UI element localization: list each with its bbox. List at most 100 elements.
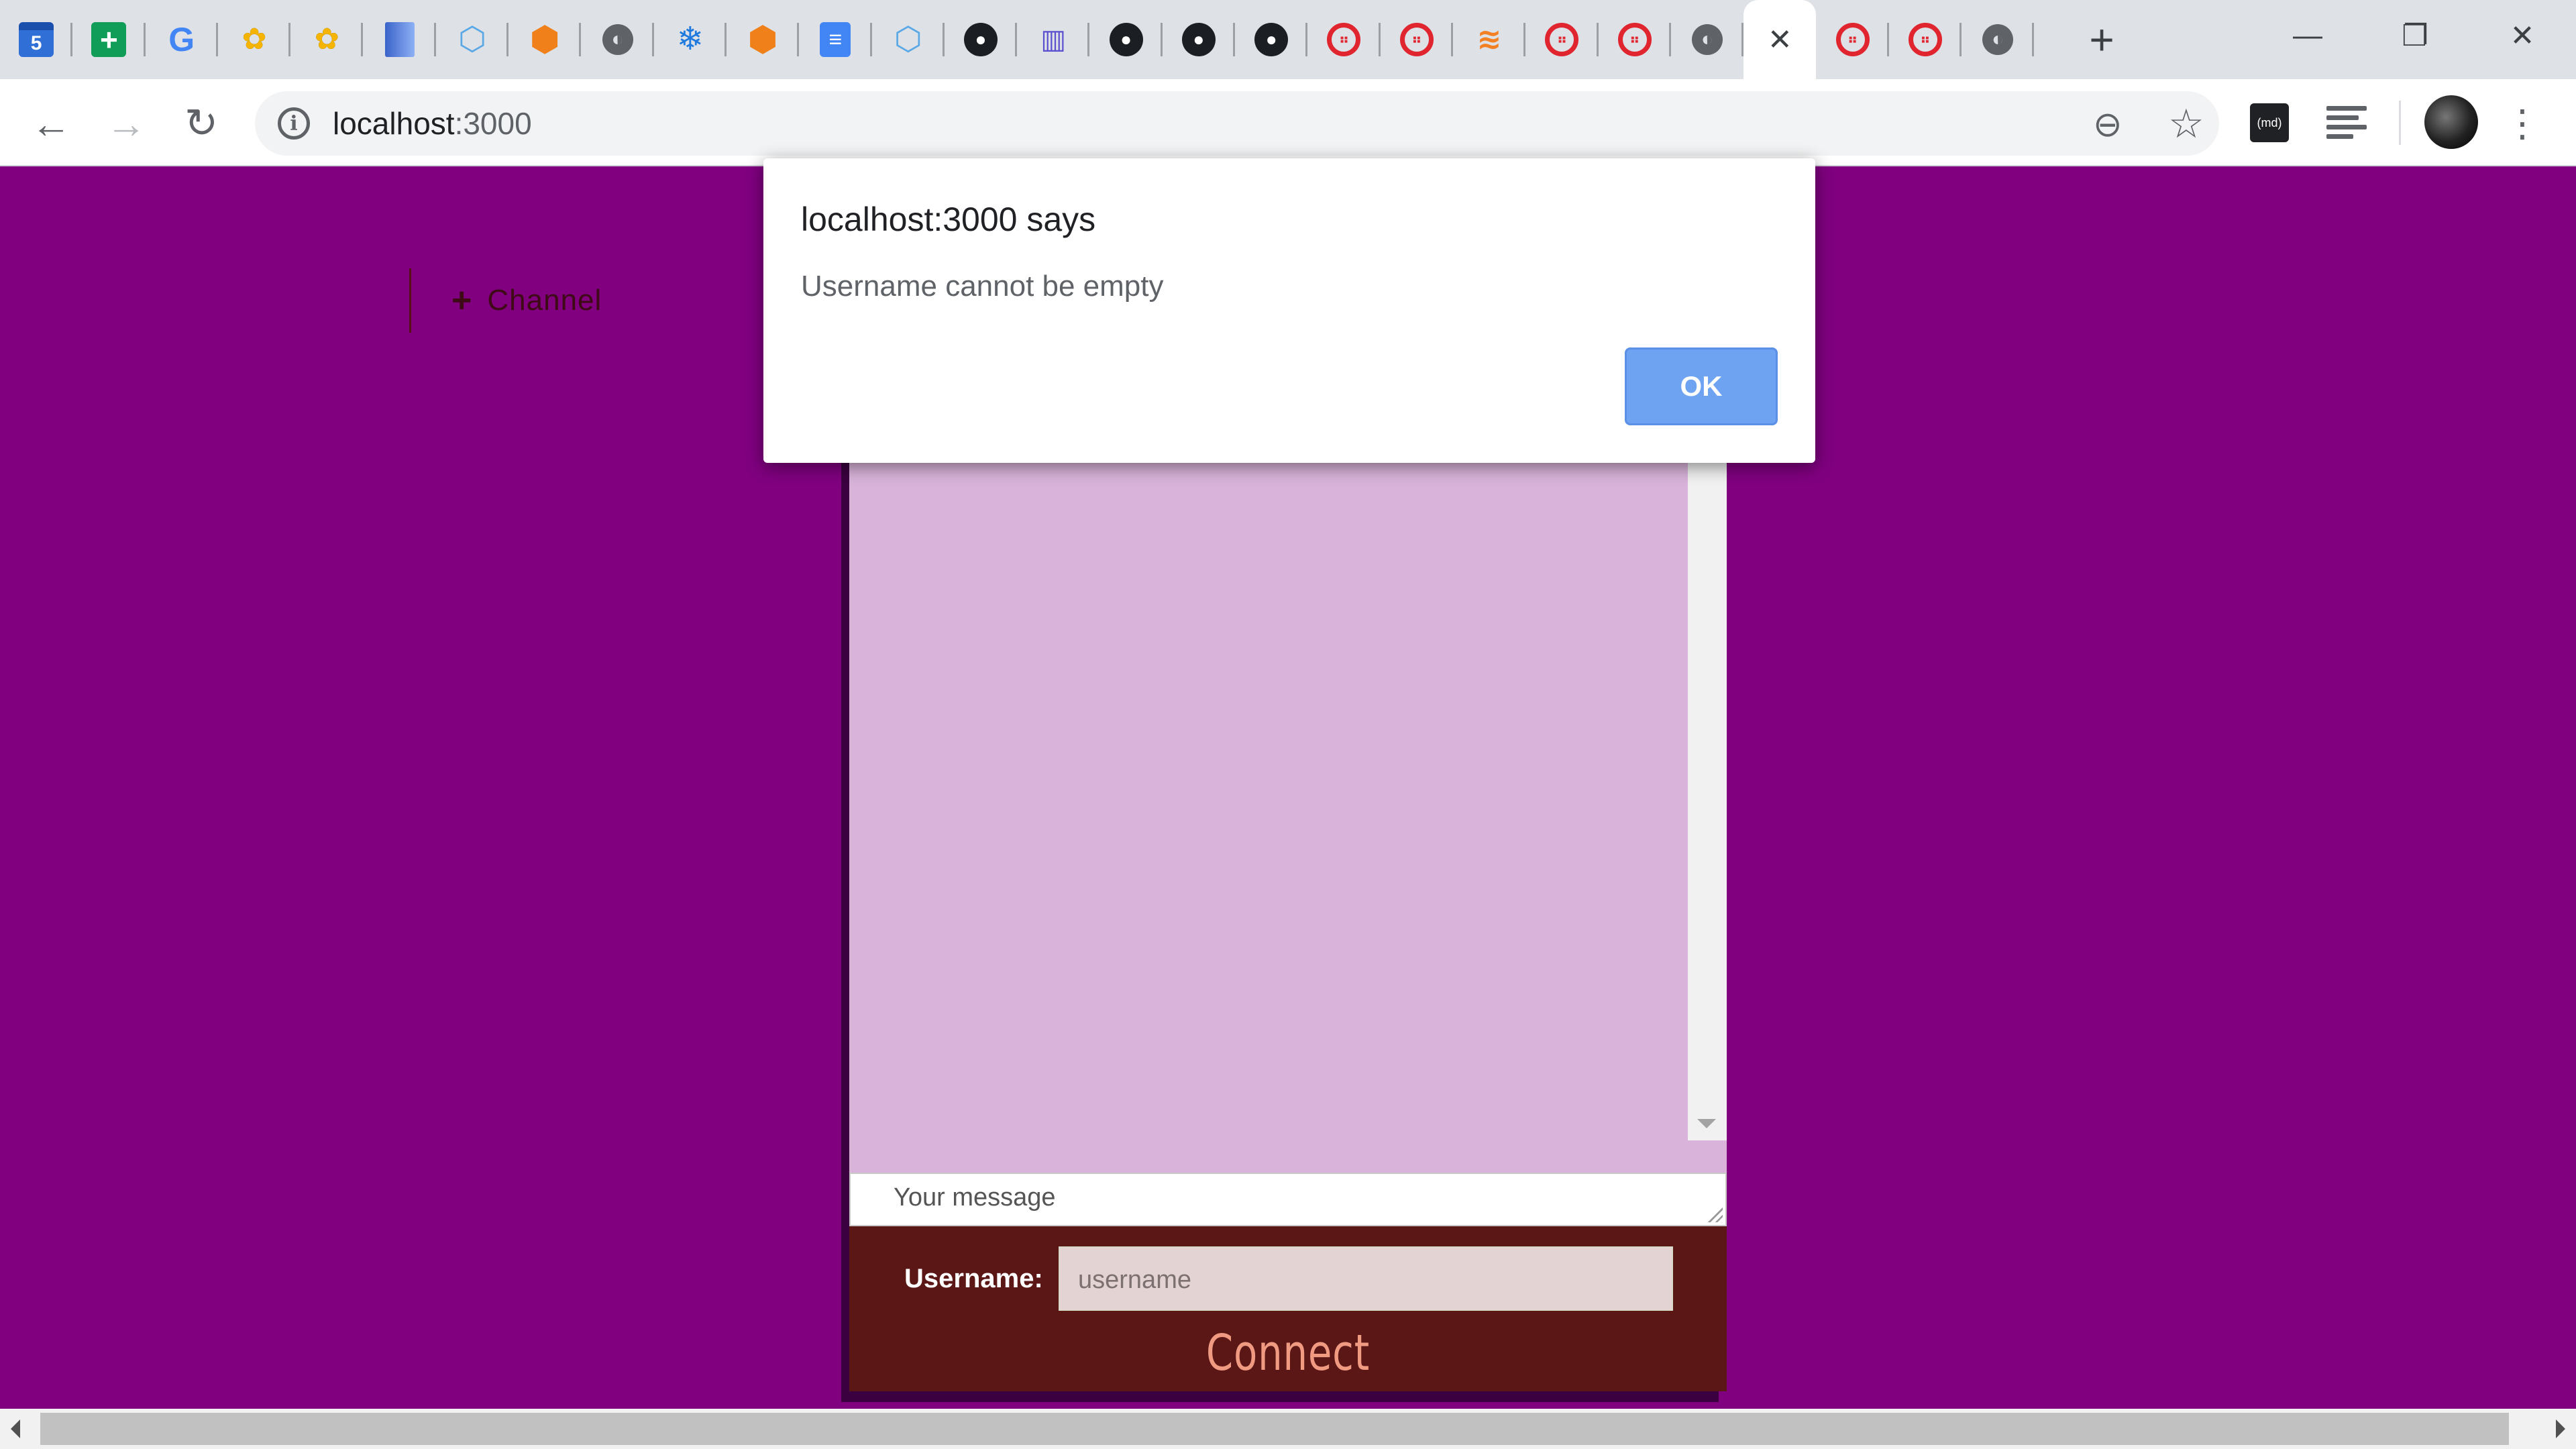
menu-glyph: ⋮ [2504, 102, 2541, 144]
horizontal-scrollbar[interactable] [0, 1409, 2576, 1449]
twilio-icon: ⠶ [1399, 23, 1434, 56]
scrollbar-thumb[interactable] [40, 1413, 2509, 1445]
tab[interactable]: ⠶ [1307, 0, 1381, 79]
tab[interactable]: ⬢ [508, 0, 582, 79]
tab-list: 5 + G ✿ ✿ ⬡ ⬢ ◐ ❄ ⬢ ≡ ⬡ ● ▥ ● ● ● ⠶ ⠶ ≋ ⠶ ⠶ ◐ ✕ ⠶ ⠶ ◐ [0, 0, 2035, 79]
tab[interactable]: ≋ [1453, 0, 1526, 79]
tab[interactable]: ⠶ [1525, 0, 1599, 79]
twilio-icon: ⠶ [1617, 23, 1652, 56]
profile-avatar[interactable] [2424, 95, 2478, 149]
tab[interactable]: ● [945, 0, 1018, 79]
bookmark-star-icon[interactable]: ☆ [2168, 101, 2204, 148]
kebab-menu-icon[interactable]: ⋮ [2502, 97, 2542, 150]
back-button[interactable]: ← [25, 98, 76, 149]
tab[interactable]: ✿ [218, 0, 291, 79]
url-port: :3000 [454, 106, 532, 141]
tab[interactable]: G [146, 0, 219, 79]
tab[interactable]: ⠶ [1599, 0, 1672, 79]
close-icon[interactable]: ✕ [1768, 23, 1792, 57]
restore-button[interactable]: ❐ [2388, 12, 2442, 59]
bar-chart-icon: ▥ [1040, 25, 1067, 54]
username-input[interactable]: username [1059, 1246, 1673, 1311]
minimize-icon: — [2293, 19, 2322, 52]
alert-dialog: localhost:3000 says Username cannot be e… [763, 158, 1815, 463]
tab[interactable]: ▥ [1017, 0, 1090, 79]
tab[interactable]: ● [1089, 0, 1163, 79]
github-icon: ● [1181, 23, 1216, 56]
plus-icon: + [2089, 15, 2114, 64]
ok-button[interactable]: OK [1625, 347, 1778, 425]
minimize-button[interactable]: — [2281, 12, 2334, 59]
tab[interactable]: ≡ [799, 0, 872, 79]
reader-extension-icon[interactable] [2326, 106, 2367, 140]
twilio-icon: ⠶ [1835, 23, 1870, 56]
scroll-down-arrow-icon[interactable] [1697, 1119, 1716, 1128]
tab[interactable]: ● [1235, 0, 1308, 79]
tab[interactable]: ⬢ [727, 0, 800, 79]
reload-button[interactable]: ↻ [176, 98, 227, 149]
stackoverflow-icon: ≋ [1477, 23, 1502, 56]
message-placeholder: Your message [894, 1183, 1056, 1212]
twilio-icon: ⠶ [1545, 23, 1579, 56]
connect-button[interactable]: Connect [946, 1324, 1630, 1382]
tab[interactable]: ⬡ [436, 0, 509, 79]
tab[interactable]: ⠶ [1816, 0, 1890, 79]
tab[interactable]: ● [1163, 0, 1236, 79]
tab[interactable]: ⠶ [1381, 0, 1454, 79]
google-icon: G [168, 21, 195, 58]
twilio-icon: ⠶ [1327, 23, 1361, 56]
window-close-button[interactable]: ✕ [2496, 12, 2549, 59]
github-icon: ● [1254, 23, 1289, 56]
tab[interactable]: ⬡ [872, 0, 945, 79]
address-bar[interactable]: i localhost:3000 ⊖ ☆ [255, 91, 2219, 156]
message-input[interactable]: Your message [849, 1173, 1727, 1226]
url-text[interactable]: localhost:3000 [333, 106, 532, 141]
info-glyph: i [290, 111, 298, 136]
twilio-icon: ⠶ [1908, 23, 1942, 56]
bee-icon: ✿ [314, 23, 339, 56]
add-channel-link[interactable]: + Channel [409, 268, 602, 333]
cube-outline-icon: ⬡ [458, 21, 486, 57]
tab-active[interactable]: ✕ [1743, 0, 1817, 79]
resize-handle-icon[interactable] [1708, 1208, 1723, 1222]
markdown-extension-icon[interactable]: (md) [2250, 103, 2289, 142]
bee-icon: ✿ [241, 23, 267, 56]
tab[interactable]: 5 [0, 0, 73, 79]
cube-outline-icon: ⬡ [894, 21, 922, 57]
reload-icon: ↻ [184, 101, 219, 146]
google-calendar-icon: 5 [19, 22, 54, 57]
scroll-right-arrow-icon[interactable] [2556, 1419, 2565, 1438]
tab-strip: 5 + G ✿ ✿ ⬡ ⬢ ◐ ❄ ⬢ ≡ ⬡ ● ▥ ● ● ● ⠶ ⠶ ≋ ⠶ ⠶ ◐ ✕ ⠶ ⠶ ◐ + — ❐ ✕ [0, 0, 2576, 79]
scroll-left-arrow-icon[interactable] [11, 1419, 20, 1438]
zoom-out-icon[interactable]: ⊖ [2093, 105, 2123, 145]
github-icon: ● [1109, 23, 1143, 56]
tab[interactable]: + [72, 0, 146, 79]
orange-cube-icon: ⬢ [747, 20, 778, 59]
site-info-icon[interactable]: i [278, 107, 310, 140]
globe-icon: ◐ [602, 24, 633, 55]
tab[interactable]: ⠶ [1889, 0, 1962, 79]
close-icon: ✕ [2510, 19, 2535, 52]
plus-icon: + [451, 281, 473, 320]
dialog-title: localhost:3000 says [801, 201, 1096, 238]
username-label: Username: [904, 1264, 1043, 1293]
restore-icon: ❐ [2402, 19, 2428, 52]
orange-cube-icon: ⬢ [529, 20, 560, 59]
arrow-left-icon: ← [31, 101, 71, 146]
tab[interactable]: ❄ [654, 0, 727, 79]
google-sheets-icon: + [91, 22, 127, 57]
tab[interactable]: ◐ [581, 0, 654, 79]
github-icon: ● [964, 23, 998, 56]
chat-messages-area[interactable] [849, 443, 1727, 1173]
connect-panel: Username: username Connect [849, 1226, 1727, 1391]
tab[interactable] [363, 0, 437, 79]
forward-button[interactable]: → [101, 98, 152, 149]
chat-scrollbar[interactable] [1688, 443, 1727, 1140]
tab[interactable]: ◐ [1962, 0, 2035, 79]
arrow-right-icon: → [106, 101, 146, 146]
tab[interactable]: ◐ [1671, 0, 1744, 79]
new-tab-button[interactable]: + [2078, 15, 2125, 64]
globe-icon: ◐ [1982, 24, 2014, 55]
book-icon [384, 22, 415, 57]
tab[interactable]: ✿ [290, 0, 364, 79]
